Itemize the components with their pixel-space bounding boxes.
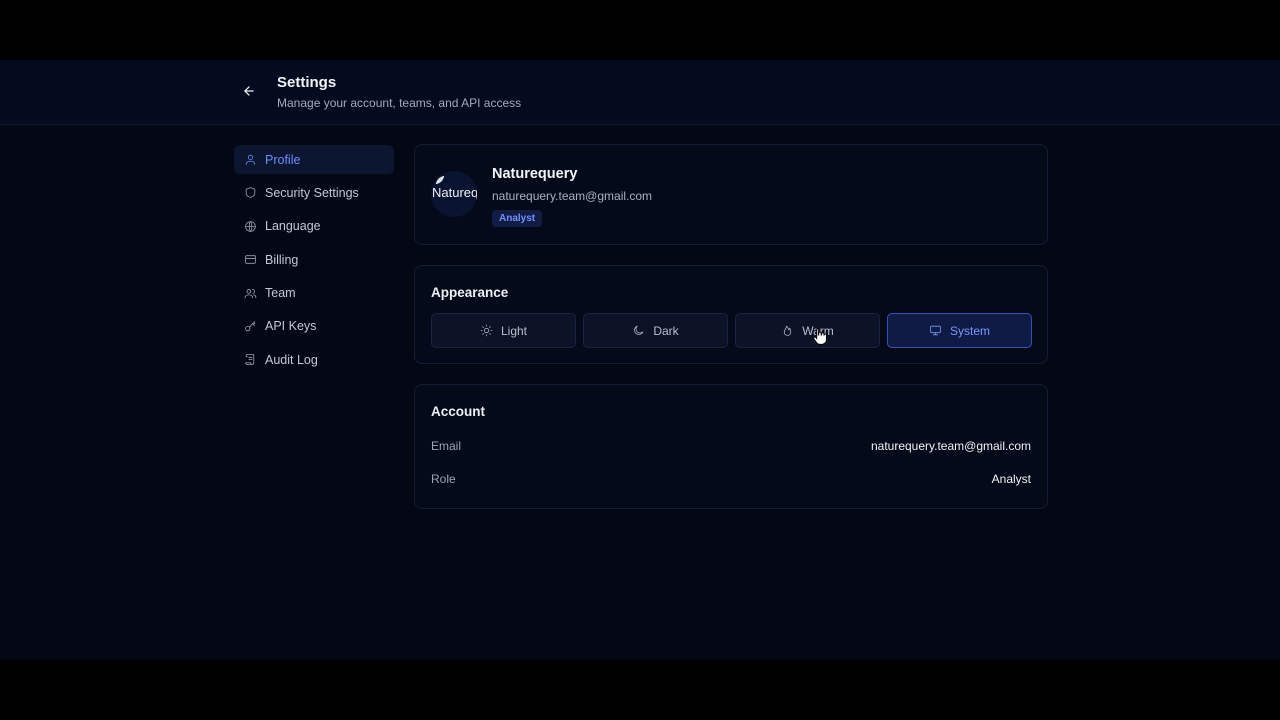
sidebar-item-security-settings[interactable]: Security Settings [234,178,394,207]
sidebar-item-audit-log[interactable]: Audit Log [234,345,394,374]
theme-label: Light [500,323,528,338]
theme-options: Light Dark Warm System [431,313,1032,348]
back-button[interactable] [238,80,260,102]
account-row-email: Email naturequery.team@gmail.com [431,439,1031,457]
users-icon [244,287,257,300]
sun-icon [480,324,493,337]
settings-sidebar: Profile Security Settings Language Billi… [234,145,394,379]
theme-label: Dark [653,323,679,338]
sidebar-item-label: Audit Log [265,352,318,367]
theme-warm-button[interactable]: Warm [735,313,880,348]
settings-page: Settings Manage your account, teams, and… [0,60,1280,660]
monitor-icon [929,324,942,337]
globe-icon [244,220,257,233]
sidebar-item-label: Language [265,219,321,234]
theme-light-button[interactable]: Light [431,313,576,348]
theme-label: Warm [802,323,834,338]
account-role-label: Role [431,472,456,486]
theme-system-button[interactable]: System [887,313,1032,348]
profile-card: Naturequery Naturequery naturequery.team… [414,144,1048,245]
sidebar-item-billing[interactable]: Billing [234,245,394,274]
sidebar-item-label: API Keys [265,319,317,334]
header-bar: Settings Manage your account, teams, and… [0,60,1280,125]
sidebar-item-language[interactable]: Language [234,212,394,241]
leaf-icon [435,175,445,185]
sidebar-item-label: Security Settings [265,185,359,200]
profile-name: Naturequery [492,166,578,182]
theme-dark-button[interactable]: Dark [583,313,728,348]
account-role-value: Analyst [991,472,1031,486]
arrow-left-icon [244,86,254,96]
user-icon [244,153,257,166]
appearance-card: Appearance Light Dark Warm System [414,265,1048,364]
sidebar-item-label: Billing [265,252,299,267]
avatar-text: Naturequery [432,185,477,200]
shield-icon [244,186,257,199]
avatar[interactable]: Naturequery [431,171,477,217]
flame-icon [781,324,794,337]
account-card: Account Email naturequery.team@gmail.com… [414,384,1048,509]
role-badge: Analyst [492,210,543,227]
account-email-label: Email [431,439,462,453]
account-row-role: Role Analyst [431,472,1031,490]
sidebar-item-label: Profile [265,152,301,167]
key-icon [244,320,257,333]
sidebar-item-label: Team [265,286,296,301]
credit-card-icon [244,253,257,266]
appearance-title: Appearance [431,285,509,300]
page-title: Settings [277,74,337,91]
profile-email: naturequery.team@gmail.com [492,189,653,203]
scroll-icon [244,353,257,366]
sidebar-item-profile[interactable]: Profile [234,145,394,174]
account-title: Account [431,404,485,419]
sidebar-item-team[interactable]: Team [234,279,394,308]
theme-label: System [949,323,990,338]
sidebar-item-api-keys[interactable]: API Keys [234,312,394,341]
page-subtitle: Manage your account, teams, and API acce… [277,96,522,110]
account-email-value: naturequery.team@gmail.com [870,439,1031,453]
moon-icon [632,324,645,337]
